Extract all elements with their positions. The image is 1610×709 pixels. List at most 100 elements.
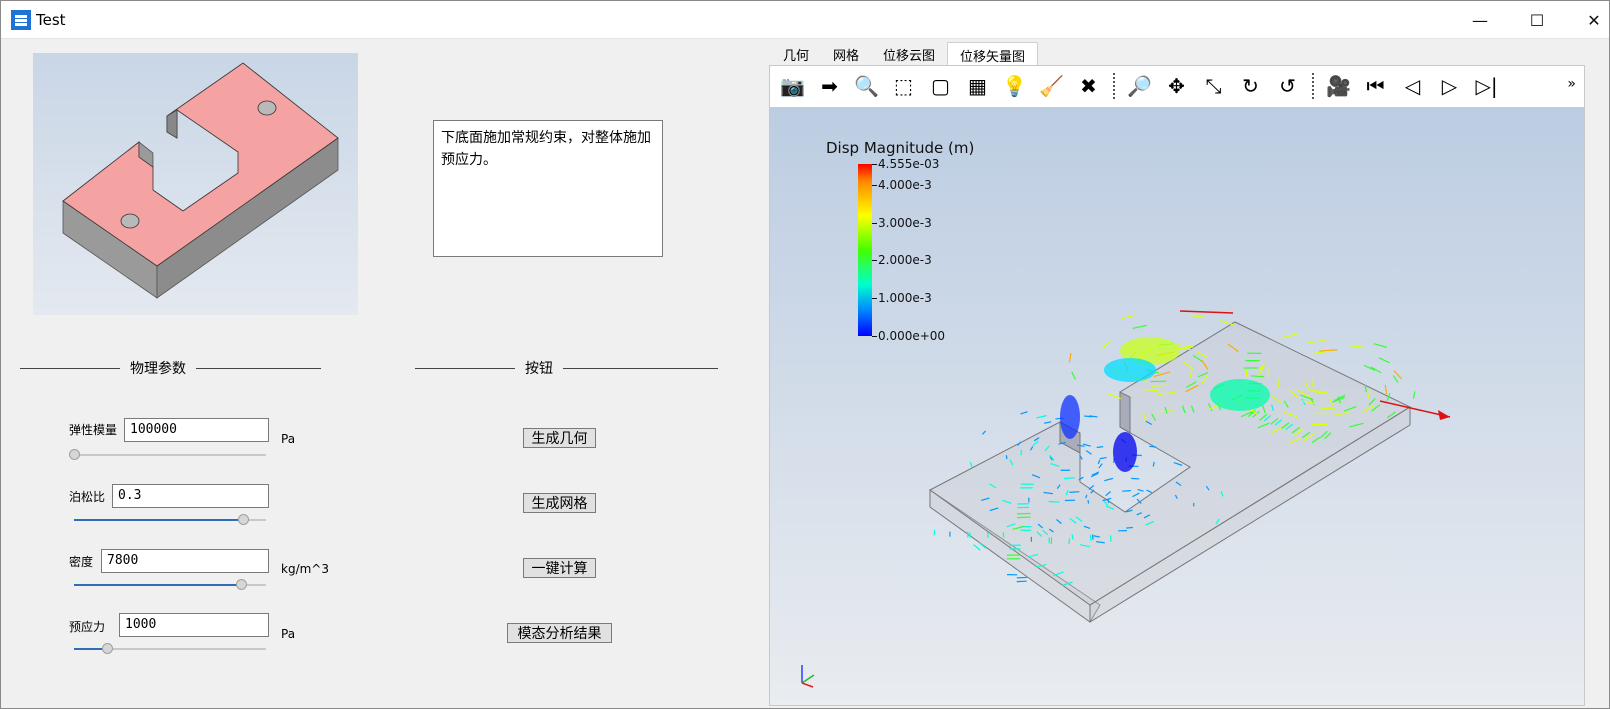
vector-arrow bbox=[1071, 371, 1077, 380]
modal-analysis-button[interactable]: 模态分析结果 bbox=[507, 623, 612, 643]
minimize-button[interactable]: — bbox=[1451, 1, 1509, 39]
vector-arrow bbox=[1121, 314, 1136, 320]
export-icon[interactable]: ➡ bbox=[811, 70, 848, 102]
vector-arrow bbox=[1151, 384, 1169, 387]
vector-arrow bbox=[1088, 484, 1095, 490]
vector-arrow bbox=[1084, 415, 1093, 418]
density-slider[interactable] bbox=[74, 578, 266, 592]
buttons-header: 按钮 bbox=[415, 358, 718, 378]
load-arrow bbox=[1179, 310, 1234, 314]
youngs-modulus-unit: Pa bbox=[281, 432, 296, 446]
slider-handle[interactable] bbox=[236, 579, 248, 590]
close-button[interactable]: ✕ bbox=[1565, 1, 1610, 39]
tab-displacement-contour[interactable]: 位移云图 bbox=[871, 42, 947, 66]
tab-mesh[interactable]: 网格 bbox=[821, 42, 871, 66]
generate-mesh-button[interactable]: 生成网格 bbox=[523, 493, 596, 513]
vector-arrow bbox=[1107, 499, 1110, 504]
vector-arrow bbox=[1020, 449, 1023, 456]
vector-arrow bbox=[1064, 477, 1075, 480]
vector-arrow bbox=[1384, 384, 1388, 395]
tab-displacement-vector[interactable]: 位移矢量图 bbox=[947, 42, 1039, 66]
prestress-input[interactable]: 1000 bbox=[119, 613, 269, 637]
vector-arrow bbox=[1250, 375, 1265, 378]
result-viewer[interactable]: 📷 ➡ 🔍 ⬚ ▢ ▦ 💡 🧹 ✖ 🔎 ✥ ⤡ ↻ ↺ 🎥 ⏮ ◁ ▷ ▷| »… bbox=[769, 65, 1585, 706]
physics-params-header: 物理参数 bbox=[20, 358, 321, 378]
app-window: Test — ☐ ✕ 下底面施加常规约束，对整体施加预应力。 物理参数 按钮 弹… bbox=[0, 0, 1610, 709]
play-icon[interactable]: ▷ bbox=[1431, 70, 1468, 102]
youngs-modulus-slider[interactable] bbox=[69, 448, 266, 462]
vector-arrow bbox=[1089, 534, 1092, 542]
camera-icon[interactable]: 📷 bbox=[774, 70, 811, 102]
one-click-compute-button[interactable]: 一键计算 bbox=[523, 558, 596, 578]
vector-arrow bbox=[1132, 324, 1147, 329]
vector-arrow bbox=[1104, 477, 1114, 482]
vector-arrow bbox=[1370, 366, 1382, 374]
first-frame-icon[interactable]: ⏮ bbox=[1357, 70, 1394, 102]
record-video-icon[interactable]: 🎥 bbox=[1320, 70, 1357, 102]
poisson-ratio-input[interactable]: 0.3 bbox=[112, 484, 269, 508]
toolbar-separator bbox=[1312, 73, 1314, 99]
render-canvas[interactable]: Disp Magnitude (m) 4.555e-03 4.000e-3 3.… bbox=[770, 107, 1584, 705]
vector-arrow bbox=[1048, 500, 1060, 503]
vector-arrow bbox=[1281, 333, 1298, 339]
displacement-vector-plot bbox=[801, 310, 1451, 688]
displacement-hotspot bbox=[1113, 432, 1137, 472]
vector-arrow bbox=[1096, 446, 1104, 449]
step-forward-icon[interactable]: ▷| bbox=[1468, 70, 1505, 102]
slider-handle[interactable] bbox=[237, 514, 249, 525]
poisson-ratio-slider[interactable] bbox=[74, 513, 266, 527]
displacement-hotspot bbox=[1210, 379, 1270, 411]
ruler-clear-icon[interactable]: ✖ bbox=[1070, 70, 1107, 102]
probe-icon[interactable]: 🔍 bbox=[848, 70, 885, 102]
vector-arrow bbox=[1149, 445, 1157, 448]
vector-arrow bbox=[1106, 392, 1121, 400]
vector-arrow bbox=[1126, 526, 1133, 529]
vector-arrow bbox=[1099, 456, 1107, 460]
vector-arrow bbox=[1373, 343, 1388, 348]
vector-arrow bbox=[1036, 414, 1047, 419]
toolbar-overflow-button[interactable]: » bbox=[1567, 76, 1576, 92]
vector-arrow bbox=[1378, 357, 1390, 364]
vector-arrow bbox=[1218, 319, 1234, 326]
vector-arrow bbox=[1177, 344, 1194, 348]
geometry-preview bbox=[33, 53, 358, 315]
part-wireframe bbox=[929, 321, 1412, 623]
window-title: Test bbox=[36, 11, 66, 29]
rotate-cw-icon[interactable]: ↻ bbox=[1232, 70, 1269, 102]
load-arrowhead bbox=[1438, 410, 1450, 420]
box-icon[interactable]: ▢ bbox=[922, 70, 959, 102]
vector-arrow bbox=[1044, 421, 1052, 424]
slider-handle[interactable] bbox=[101, 643, 113, 654]
vector-arrow bbox=[986, 531, 989, 538]
vector-arrow bbox=[1068, 352, 1072, 363]
density-input[interactable]: 7800 bbox=[101, 549, 269, 573]
pan-icon[interactable]: ✥ bbox=[1158, 70, 1195, 102]
fit-box-icon[interactable]: ⬚ bbox=[885, 70, 922, 102]
generate-geometry-button[interactable]: 生成几何 bbox=[523, 428, 596, 448]
vector-arrow bbox=[1085, 450, 1092, 455]
slider-handle[interactable] bbox=[69, 449, 80, 460]
part-preview-image bbox=[62, 62, 339, 299]
description-textbox[interactable]: 下底面施加常规约束，对整体施加预应力。 bbox=[433, 120, 663, 257]
zoom-box-icon[interactable]: 🔎 bbox=[1121, 70, 1158, 102]
broom-icon[interactable]: 🧹 bbox=[1033, 70, 1070, 102]
vector-arrow bbox=[1187, 314, 1205, 318]
youngs-modulus-input[interactable]: 100000 bbox=[124, 418, 269, 442]
vector-arrow bbox=[1068, 538, 1071, 545]
display-mode-icon[interactable]: ▦ bbox=[959, 70, 996, 102]
rotate-ccw-icon[interactable]: ↺ bbox=[1269, 70, 1306, 102]
vector-arrow bbox=[982, 430, 987, 435]
lighting-icon[interactable]: 💡 bbox=[996, 70, 1033, 102]
tab-geometry[interactable]: 几何 bbox=[771, 42, 821, 66]
maximize-button[interactable]: ☐ bbox=[1508, 1, 1566, 39]
vector-arrow bbox=[1105, 491, 1111, 497]
vector-arrow bbox=[1146, 489, 1152, 494]
vector-arrow bbox=[1020, 411, 1028, 415]
vector-arrow bbox=[1091, 534, 1094, 540]
vector-arrow bbox=[1098, 463, 1103, 469]
prestress-slider[interactable] bbox=[74, 642, 266, 656]
step-back-icon[interactable]: ◁ bbox=[1394, 70, 1431, 102]
density-label: 密度 bbox=[69, 555, 94, 569]
axes-icon[interactable]: ⤡ bbox=[1195, 70, 1232, 102]
displacement-hotspot bbox=[1104, 358, 1156, 382]
